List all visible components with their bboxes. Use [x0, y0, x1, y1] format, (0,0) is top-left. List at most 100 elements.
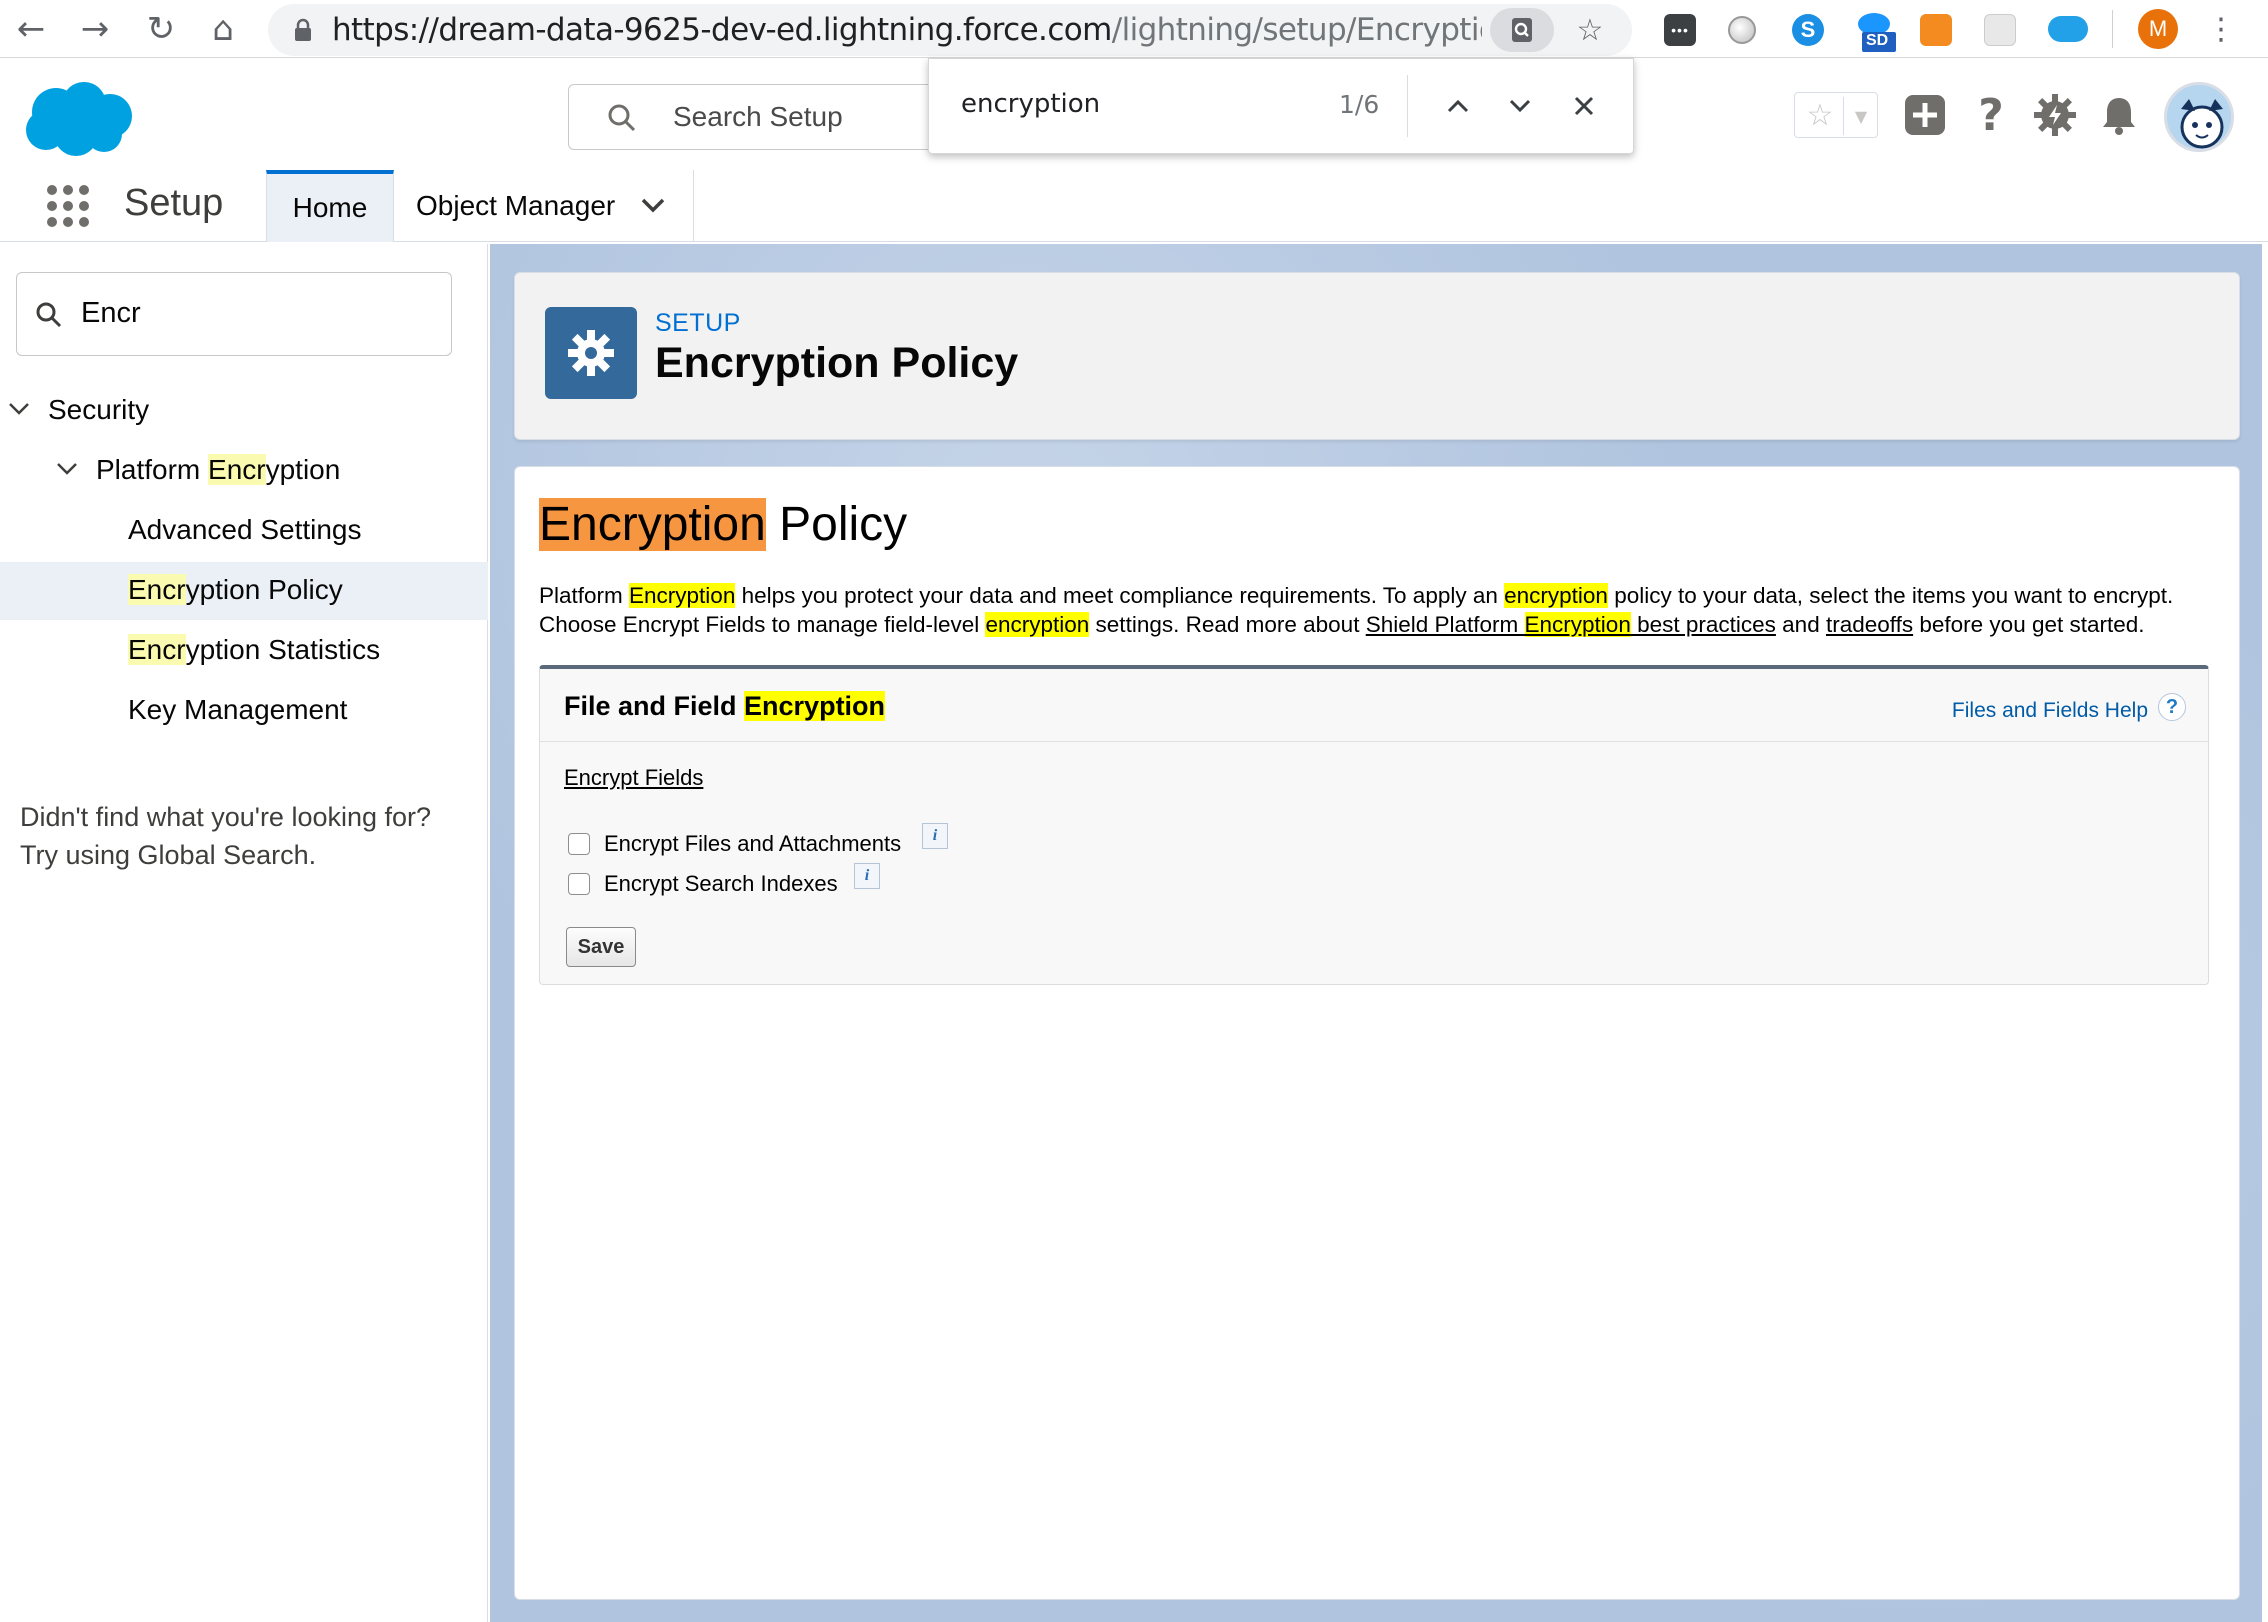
policy-description: Platform Encryption helps you protect yo… — [539, 581, 2229, 639]
back-icon[interactable]: ← — [8, 6, 54, 52]
setup-gear-icon — [545, 307, 637, 399]
encrypt-fields-link[interactable]: Encrypt Fields — [564, 765, 703, 791]
search-icon — [607, 103, 637, 138]
find-in-page-icon[interactable] — [1490, 8, 1554, 52]
tab-object-manager-label: Object Manager — [416, 190, 616, 221]
encrypt-files-checkbox[interactable] — [568, 833, 590, 855]
extension-badge: SD — [1866, 32, 1889, 49]
extension-react-icon[interactable] — [1984, 14, 2016, 46]
tree-item-encryption-statistics[interactable]: Encryption Statistics — [0, 622, 488, 680]
info-icon[interactable]: i — [922, 823, 948, 849]
find-highlight: Encr — [208, 454, 266, 485]
label-text: yption — [265, 454, 341, 485]
home-icon[interactable]: ⌂ — [200, 6, 246, 52]
find-close-icon[interactable] — [1559, 81, 1609, 131]
window-edge — [2262, 244, 2268, 1622]
link-text: best practices — [1630, 612, 1776, 637]
find-highlight: encryption — [985, 612, 1090, 637]
app-launcher-icon[interactable] — [46, 184, 90, 228]
user-avatar[interactable] — [2164, 82, 2234, 152]
section-divider — [540, 741, 2208, 742]
extension-orange-icon[interactable] — [1920, 14, 1952, 46]
find-highlight: Encryption — [744, 691, 886, 721]
file-field-encryption-section: File and Field Encryption Files and Fiel… — [539, 665, 2209, 985]
bookmark-star-icon[interactable]: ☆ — [1570, 10, 1610, 50]
find-next-icon[interactable] — [1495, 81, 1545, 131]
forward-icon[interactable]: → — [72, 6, 118, 52]
tradeoffs-link[interactable]: tradeoffs — [1826, 612, 1913, 637]
tree-item-security[interactable]: Security — [0, 382, 488, 440]
quick-find-input[interactable]: Encr — [16, 272, 452, 356]
setup-sidebar: Encr Security Platform Encryption Advanc… — [0, 244, 488, 1622]
tree-item-key-management[interactable]: Key Management — [0, 682, 488, 740]
favorites-button[interactable]: ☆ ▼ — [1794, 92, 1878, 138]
reload-icon[interactable]: ↻ — [138, 6, 184, 52]
tab-home-label: Home — [292, 192, 368, 223]
heading-text: Policy — [765, 498, 908, 551]
page-header: SETUP Encryption Policy — [514, 272, 2240, 440]
save-button[interactable]: Save — [566, 927, 636, 967]
desc-text: helps you protect your data and meet com… — [735, 583, 1505, 608]
salesforce-logo[interactable] — [18, 78, 136, 158]
extension-dots-icon[interactable]: ••• — [1664, 14, 1696, 46]
profile-avatar[interactable]: M — [2138, 9, 2178, 49]
best-practices-link[interactable]: Shield Platform Encryption best practice… — [1366, 612, 1776, 637]
extension-s-icon[interactable]: S — [1792, 14, 1824, 46]
label-text: Platform — [96, 454, 209, 485]
breadcrumb[interactable]: SETUP — [655, 309, 741, 338]
tree-item-label: Security — [48, 394, 150, 425]
tree-item-advanced-settings[interactable]: Advanced Settings — [0, 502, 488, 560]
address-bar[interactable]: https://dream-data-9625-dev-ed.lightning… — [268, 4, 1632, 56]
tree-item-label: Advanced Settings — [128, 514, 362, 545]
notifications-bell-icon[interactable] — [2094, 90, 2144, 140]
salesforce-extension-icon[interactable] — [2048, 16, 2088, 42]
chevron-down-icon[interactable] — [640, 196, 666, 219]
content-panel: Encryption Policy Platform Encryption he… — [514, 466, 2240, 1600]
lock-icon[interactable] — [288, 15, 318, 45]
option-label: Encrypt Files and Attachments — [604, 831, 902, 856]
extension-circle-icon[interactable] — [1728, 16, 1756, 44]
browser-menu-icon[interactable]: ⋮ — [2206, 8, 2236, 50]
toolbar-divider — [2112, 10, 2113, 48]
salesforce-devtools-icon[interactable]: SD — [1856, 10, 1896, 54]
url-host: https://dream-data-9625-dev-ed.lightning… — [332, 12, 1112, 48]
section-title: File and Field Encryption — [564, 691, 886, 722]
files-fields-help-link[interactable]: Files and Fields Help — [1952, 699, 2148, 723]
search-icon — [35, 301, 63, 334]
encrypt-search-indexes-checkbox[interactable] — [568, 873, 590, 895]
label-text: yption Statistics — [185, 634, 381, 665]
find-previous-icon[interactable] — [1433, 81, 1483, 131]
search-setup-input[interactable]: Search Setup — [568, 84, 988, 150]
label-text: yption Policy — [185, 574, 343, 605]
help-icon[interactable]: ? — [2158, 693, 2186, 721]
find-highlight: Encryption — [1524, 612, 1631, 637]
quick-find-value: Encr — [81, 297, 141, 329]
find-highlight: Encryption — [629, 583, 736, 608]
global-search-hint: Didn't find what you're looking for? Try… — [20, 798, 480, 874]
find-match-count: 1/6 — [1339, 90, 1380, 119]
setup-gear-icon[interactable] — [2030, 90, 2080, 140]
tree-item-label: Key Management — [128, 694, 348, 725]
favorites-divider — [1843, 97, 1844, 135]
find-highlight: Encr — [128, 574, 186, 605]
desc-text: and — [1775, 612, 1826, 637]
browser-toolbar: ← → ↻ ⌂ https://dream-data-9625-dev-ed.l… — [0, 0, 2268, 58]
global-actions-icon[interactable] — [1900, 90, 1950, 140]
chevron-down-icon[interactable] — [56, 452, 78, 494]
tree-item-encryption-policy[interactable]: Encryption Policy — [0, 562, 488, 620]
tree-item-label: Encryption Statistics — [128, 634, 380, 666]
chevron-down-icon[interactable] — [8, 392, 30, 434]
url-text[interactable]: https://dream-data-9625-dev-ed.lightning… — [332, 4, 1482, 56]
info-icon[interactable]: i — [854, 863, 880, 889]
favorites-dropdown-icon: ▼ — [1854, 106, 1868, 126]
find-input[interactable]: encryption — [961, 89, 1100, 119]
tab-home[interactable]: Home — [266, 170, 394, 242]
desc-text: Platform — [539, 583, 630, 608]
link-text: Shield Platform — [1365, 612, 1525, 637]
tab-object-manager[interactable]: Object Manager — [394, 170, 694, 242]
help-icon[interactable]: ? — [1966, 90, 2016, 141]
title-text: File and Field — [564, 691, 745, 721]
tree-item-platform-encryption[interactable]: Platform Encryption — [0, 442, 488, 500]
desc-text: before you get started. — [1913, 612, 2145, 637]
context-bar: Setup Home Object Manager — [0, 170, 2268, 242]
